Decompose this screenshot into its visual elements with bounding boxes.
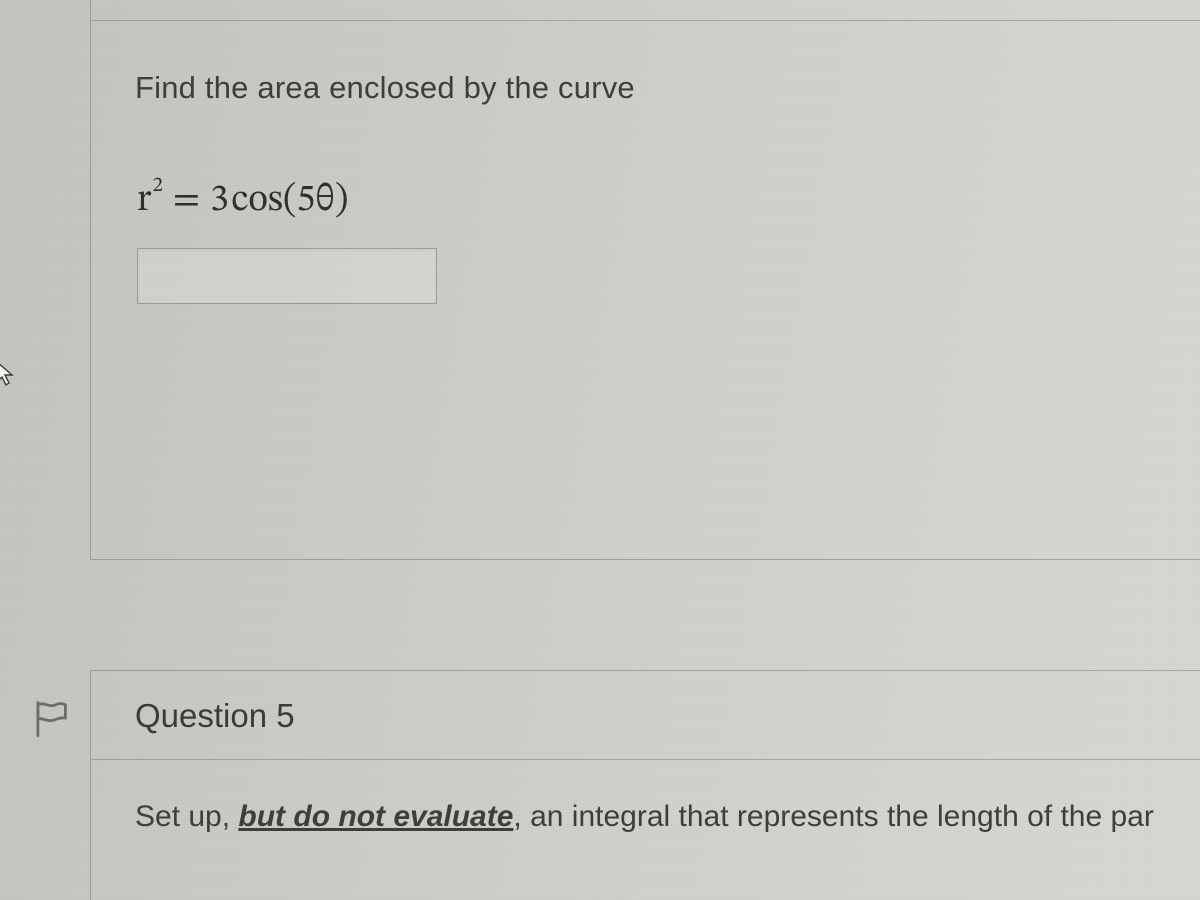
- eq-equals: =: [173, 182, 200, 220]
- question4-prompt: Find the area enclosed by the curve: [135, 70, 1200, 106]
- eq-lhs-base: r: [137, 182, 151, 220]
- eq-rhs-func: cos: [231, 182, 283, 220]
- question4-answer-input[interactable]: [137, 248, 437, 304]
- left-gutter: [0, 0, 90, 900]
- q5-text-emph: but do not evaluate: [238, 800, 513, 833]
- question4-equation: r2=3 cos(5θ): [137, 176, 1200, 220]
- flag-outline-icon[interactable]: [28, 696, 72, 740]
- q5-text-before: Set up,: [135, 800, 238, 833]
- question5-card: Question 5 Set up, but do not evaluate, …: [90, 670, 1200, 900]
- question4-header-divider: [91, 20, 1200, 21]
- question5-title: Question 5: [135, 697, 295, 735]
- eq-rhs-arg-var: θ: [315, 182, 335, 220]
- eq-rhs-coef: 3: [210, 182, 229, 220]
- question5-body: Set up, but do not evaluate, an integral…: [91, 760, 1200, 834]
- eq-lhs-exp: 2: [152, 175, 162, 196]
- question4-body: Find the area enclosed by the curve r2 = 3…: [135, 30, 1200, 304]
- cursor-icon: [0, 360, 16, 388]
- question5-header: Question 5: [91, 671, 1200, 760]
- question4-card: Find the area enclosed by the curve r2 = 3…: [90, 0, 1200, 560]
- question5-prompt: Set up, but do not evaluate, an integral…: [135, 800, 1154, 833]
- q5-text-after: , an integral that represents the length…: [513, 800, 1153, 833]
- quiz-page: Find the area enclosed by the curve r2 = 3…: [0, 0, 1200, 900]
- eq-rhs-arg-coef: 5: [296, 182, 315, 220]
